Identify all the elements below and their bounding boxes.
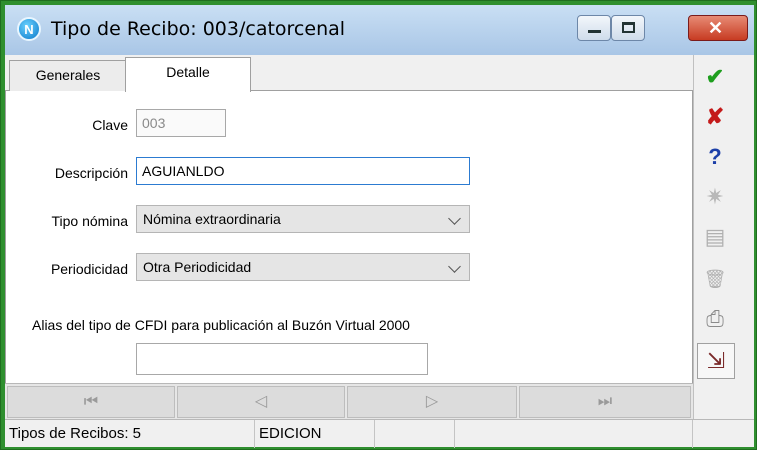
descripcion-label: Descripción — [54, 165, 128, 181]
export-icon: ⇲ — [706, 348, 726, 373]
tipo-nomina-label: Tipo nómina — [51, 213, 128, 229]
minimize-button[interactable] — [577, 15, 611, 41]
last-record-button[interactable]: ⏭ — [519, 386, 691, 418]
next-record-button[interactable]: ▷ — [347, 386, 517, 418]
cancel-button[interactable]: ✘ — [697, 99, 733, 135]
next-icon: ▷ — [425, 393, 439, 410]
alias-label: Alias del tipo de CFDI para publicación … — [32, 317, 410, 333]
previous-record-button[interactable]: ◁ — [177, 386, 345, 418]
first-icon: ⏮ — [83, 393, 99, 410]
debug-button[interactable]: ✷ — [697, 179, 733, 215]
copy-button[interactable]: ▤ — [697, 219, 733, 255]
title-bar[interactable]: N Tipo de Recibo: 003/catorcenal ✕ — [5, 5, 754, 55]
window-title: Tipo de Recibo: 003/catorcenal — [51, 18, 346, 40]
app-n-icon: N — [17, 17, 41, 41]
client-area: Generales Detalle Clave 003 Descripción … — [5, 55, 754, 448]
last-icon: ⏭ — [597, 393, 613, 410]
detalle-panel: Clave 003 Descripción AGUIANLDO Tipo nóm… — [5, 91, 693, 383]
status-extra-2 — [455, 420, 693, 448]
maximize-button[interactable] — [611, 15, 645, 41]
close-icon: ✕ — [708, 18, 724, 38]
tab-strip: Generales Detalle — [5, 55, 693, 92]
status-extra-1 — [375, 420, 455, 448]
chevron-down-icon — [448, 260, 461, 273]
ok-button[interactable]: ✔ — [697, 59, 733, 95]
periodicidad-value: Otra Periodicidad — [143, 259, 252, 275]
delete-trash-icon: 🗑 — [703, 268, 727, 289]
export-button[interactable]: ⇲ — [697, 343, 735, 379]
checkmark-icon: ✔ — [705, 64, 725, 89]
copy-icon: ▤ — [704, 224, 726, 249]
chevron-down-icon — [448, 212, 461, 225]
side-toolbar: ✔ ✘ ? ✷ ▤ 🗑 ⎙ ⇲ — [693, 55, 754, 447]
clave-field[interactable]: 003 — [136, 109, 226, 137]
help-button[interactable]: ? — [697, 139, 733, 175]
minimize-icon — [588, 30, 601, 33]
tipo-nomina-select[interactable]: Nómina extraordinaria — [136, 205, 470, 233]
descripcion-field[interactable]: AGUIANLDO — [136, 157, 470, 185]
cancel-x-icon: ✘ — [705, 104, 725, 129]
tab-detalle[interactable]: Detalle — [125, 57, 251, 92]
print-icon: ⎙ — [706, 306, 724, 331]
previous-icon: ◁ — [254, 393, 268, 410]
tipo-nomina-value: Nómina extraordinaria — [143, 211, 281, 227]
status-record-count: Tipos de Recibos: 5 — [5, 420, 255, 448]
close-button[interactable]: ✕ — [688, 15, 748, 41]
periodicidad-label: Periodicidad — [50, 261, 128, 277]
status-mode: EDICION — [255, 420, 375, 448]
print-button[interactable]: ⎙ — [697, 301, 733, 337]
periodicidad-select[interactable]: Otra Periodicidad — [136, 253, 470, 281]
delete-button[interactable]: 🗑 — [697, 261, 733, 297]
tab-generales[interactable]: Generales — [9, 60, 127, 91]
alias-field[interactable] — [136, 343, 428, 375]
app-window: N Tipo de Recibo: 003/catorcenal ✕ Gener… — [0, 0, 757, 450]
status-bar: Tipos de Recibos: 5 EDICION — [5, 419, 754, 448]
clave-label: Clave — [92, 117, 128, 133]
help-question-icon: ? — [708, 144, 722, 169]
maximize-icon — [622, 22, 635, 33]
record-navigator: ⏮ ◁ ▷ ⏭ — [5, 383, 693, 419]
bug-icon: ✷ — [705, 184, 725, 209]
first-record-button[interactable]: ⏮ — [7, 386, 175, 418]
